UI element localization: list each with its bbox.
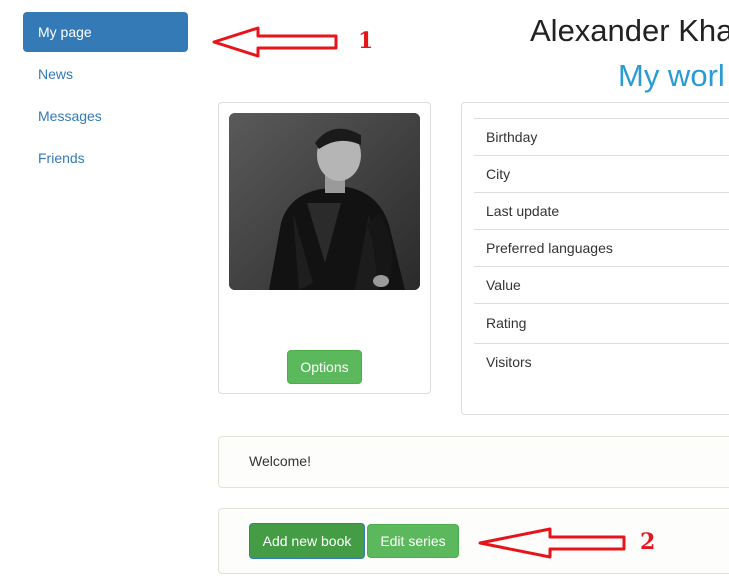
- options-button[interactable]: Options: [287, 350, 362, 384]
- welcome-panel: Welcome!: [218, 436, 729, 488]
- info-row-preferred-languages: Preferred languages: [474, 229, 729, 266]
- annotation-arrow-1: [212, 26, 338, 58]
- profile-photo: [229, 113, 420, 290]
- welcome-text: Welcome!: [249, 453, 311, 469]
- world-title-heading: My worl: [618, 58, 725, 93]
- annotation-label-2: 2: [640, 529, 656, 555]
- info-row-visitors: Visitors: [474, 343, 729, 381]
- annotation-label-1: 1: [358, 28, 374, 54]
- user-name-heading: Alexander Kha: [530, 13, 729, 48]
- info-row-rating: Rating: [474, 303, 729, 343]
- sidebar-nav: My page News Messages Friends: [23, 12, 188, 180]
- sidebar-item-my-page[interactable]: My page: [23, 12, 188, 52]
- sidebar-item-messages[interactable]: Messages: [23, 96, 188, 136]
- edit-series-button[interactable]: Edit series: [367, 524, 459, 558]
- profile-photo-panel: Options: [218, 102, 431, 394]
- annotation-arrow-2: [478, 527, 626, 559]
- sidebar-item-news[interactable]: News: [23, 54, 188, 94]
- add-new-book-button[interactable]: Add new book: [249, 523, 365, 559]
- sidebar-item-friends[interactable]: Friends: [23, 138, 188, 178]
- profile-info-panel: Birthday City Last update Preferred lang…: [461, 102, 729, 415]
- info-row-city: City: [474, 155, 729, 192]
- info-row-last-update: Last update: [474, 192, 729, 229]
- info-row-value: Value: [474, 266, 729, 303]
- info-row-birthday: Birthday: [474, 118, 729, 155]
